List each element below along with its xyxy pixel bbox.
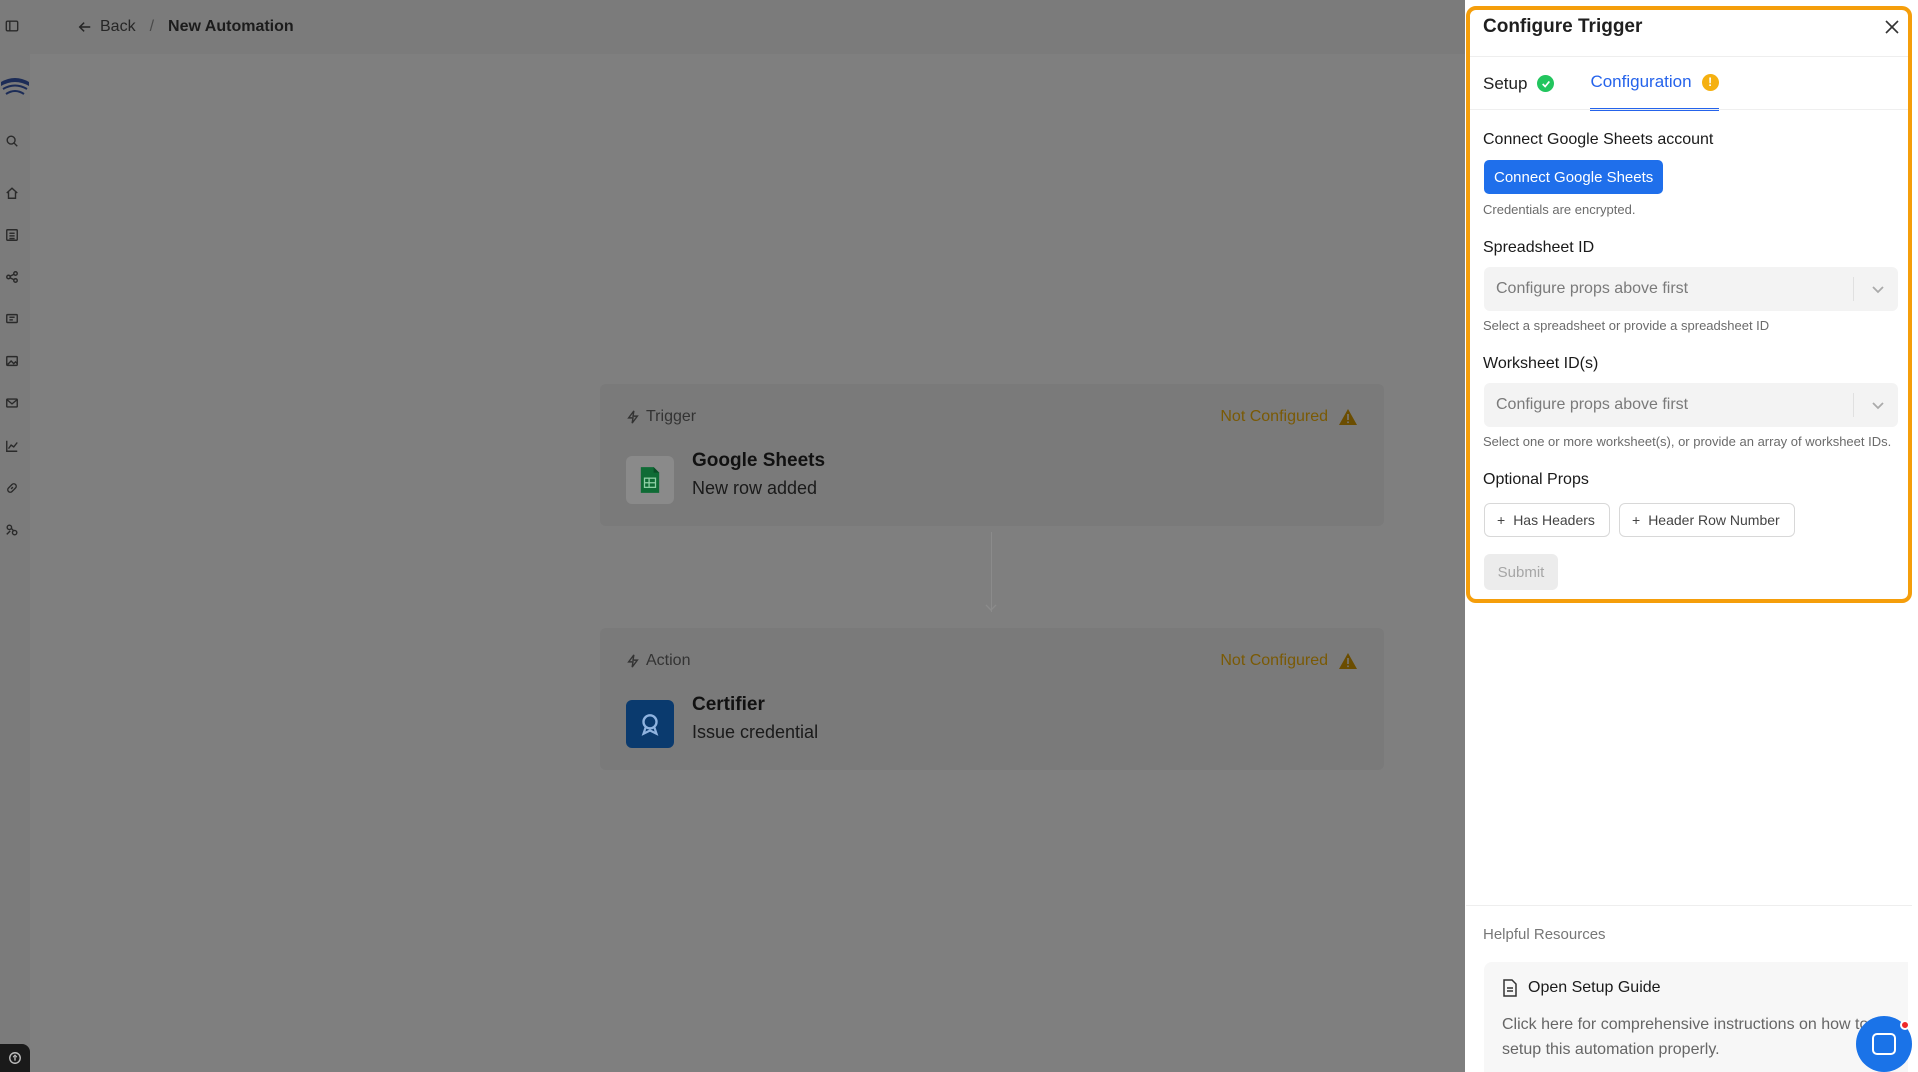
check-circle-icon xyxy=(1537,75,1555,92)
trigger-event: New row added xyxy=(692,478,818,498)
action-status: Not Configured xyxy=(1220,652,1358,670)
open-setup-guide-link[interactable]: Open Setup Guide xyxy=(1502,979,1661,997)
help-icon[interactable] xyxy=(0,1044,30,1072)
tab-setup[interactable]: Setup xyxy=(1483,72,1555,111)
tab-setup-label: Setup xyxy=(1483,73,1528,93)
close-button[interactable] xyxy=(1882,17,1902,37)
spreadsheet-id-select[interactable]: Configure props above first xyxy=(1484,267,1898,311)
image-icon[interactable] xyxy=(4,353,20,369)
integrations-icon[interactable] xyxy=(4,522,20,538)
page-title: New Automation xyxy=(168,18,294,35)
select-separator xyxy=(1853,393,1854,417)
tab-configuration[interactable]: Configuration ! xyxy=(1590,72,1719,111)
plus-icon: + xyxy=(1497,512,1506,528)
connect-account-label: Connect Google Sheets account xyxy=(1483,131,1714,148)
action-card[interactable]: Action Not Configured Certifier Issue cr… xyxy=(600,628,1384,770)
worksheet-ids-select[interactable]: Configure props above first xyxy=(1484,383,1898,427)
action-app-name: Certifier xyxy=(692,694,765,715)
has-headers-chip[interactable]: + Has Headers xyxy=(1484,503,1610,537)
notification-badge xyxy=(1900,1020,1910,1030)
trigger-kind: Trigger xyxy=(626,408,696,426)
document-icon xyxy=(1503,979,1517,997)
chevron-down-icon xyxy=(1870,397,1886,413)
plus-icon: + xyxy=(1632,512,1641,528)
helpful-resources-title: Helpful Resources xyxy=(1483,926,1606,943)
back-button[interactable]: Back xyxy=(78,18,136,36)
mail-icon[interactable] xyxy=(4,395,20,411)
worksheet-ids-label: Worksheet ID(s) xyxy=(1483,355,1599,372)
trigger-card[interactable]: Trigger Not Configured Google Sheets New… xyxy=(600,384,1384,526)
logo-icon[interactable] xyxy=(0,72,30,102)
bolt-icon xyxy=(627,654,639,668)
worksheet-ids-hint: Select one or more worksheet(s), or prov… xyxy=(1483,434,1892,449)
workflow-icon[interactable] xyxy=(4,269,20,285)
header-row-number-chip[interactable]: + Header Row Number xyxy=(1619,503,1795,537)
action-kind: Action xyxy=(626,652,690,670)
arrow-left-icon xyxy=(78,22,91,32)
trigger-status: Not Configured xyxy=(1220,408,1358,426)
has-headers-label: Has Headers xyxy=(1513,512,1595,528)
submit-button[interactable]: Submit xyxy=(1484,554,1558,590)
panel-tabs: Setup Configuration ! xyxy=(1483,72,1719,111)
certifier-icon xyxy=(626,700,674,748)
top-bar: Back / New Automation xyxy=(30,0,1465,54)
messages-icon[interactable] xyxy=(4,311,20,327)
setup-guide-description: Click here for comprehensive instruction… xyxy=(1502,1016,1869,1058)
worksheet-ids-value: Configure props above first xyxy=(1496,396,1689,413)
google-sheets-icon xyxy=(626,456,674,504)
credentials-hint: Credentials are encrypted. xyxy=(1483,202,1636,217)
action-event: Issue credential xyxy=(692,722,819,742)
trigger-status-label: Not Configured xyxy=(1220,408,1328,425)
home-icon[interactable] xyxy=(4,185,20,201)
chevron-down-icon xyxy=(1870,281,1886,297)
divider xyxy=(1466,905,1912,906)
spreadsheet-id-label: Spreadsheet ID xyxy=(1483,239,1595,256)
warning-icon xyxy=(1339,409,1357,425)
back-label: Back xyxy=(100,18,136,35)
header-row-number-label: Header Row Number xyxy=(1648,512,1780,528)
breadcrumb-separator: / xyxy=(149,18,155,35)
panel-title: Configure Trigger xyxy=(1483,16,1643,37)
warning-icon xyxy=(1339,653,1357,669)
link-icon[interactable] xyxy=(4,480,20,496)
optional-props-label: Optional Props xyxy=(1483,471,1589,488)
trigger-app-name: Google Sheets xyxy=(692,450,826,471)
divider xyxy=(1466,56,1912,57)
list-icon[interactable] xyxy=(4,227,20,243)
chat-icon xyxy=(1872,1033,1896,1055)
open-setup-guide-label: Open Setup Guide xyxy=(1528,979,1661,996)
spreadsheet-id-hint: Select a spreadsheet or provide a spread… xyxy=(1483,318,1770,333)
close-icon xyxy=(1885,20,1899,34)
trigger-kind-label: Trigger xyxy=(646,408,697,425)
sidebar-toggle-icon[interactable] xyxy=(4,18,20,34)
tabs-divider xyxy=(1466,109,1912,110)
chart-icon[interactable] xyxy=(4,438,20,454)
action-kind-label: Action xyxy=(646,652,691,669)
bolt-icon xyxy=(627,410,639,424)
chat-launcher-button[interactable] xyxy=(1856,1016,1912,1072)
select-separator xyxy=(1853,277,1854,301)
flow-connector xyxy=(991,532,992,612)
left-rail xyxy=(0,0,30,1072)
tab-configuration-label: Configuration xyxy=(1590,72,1692,91)
action-status-label: Not Configured xyxy=(1220,652,1328,669)
alert-circle-icon: ! xyxy=(1701,73,1719,91)
connect-google-sheets-button[interactable]: Connect Google Sheets xyxy=(1484,160,1664,194)
spreadsheet-id-value: Configure props above first xyxy=(1496,280,1689,297)
search-icon[interactable] xyxy=(4,133,20,149)
chevron-down-icon xyxy=(985,604,997,611)
